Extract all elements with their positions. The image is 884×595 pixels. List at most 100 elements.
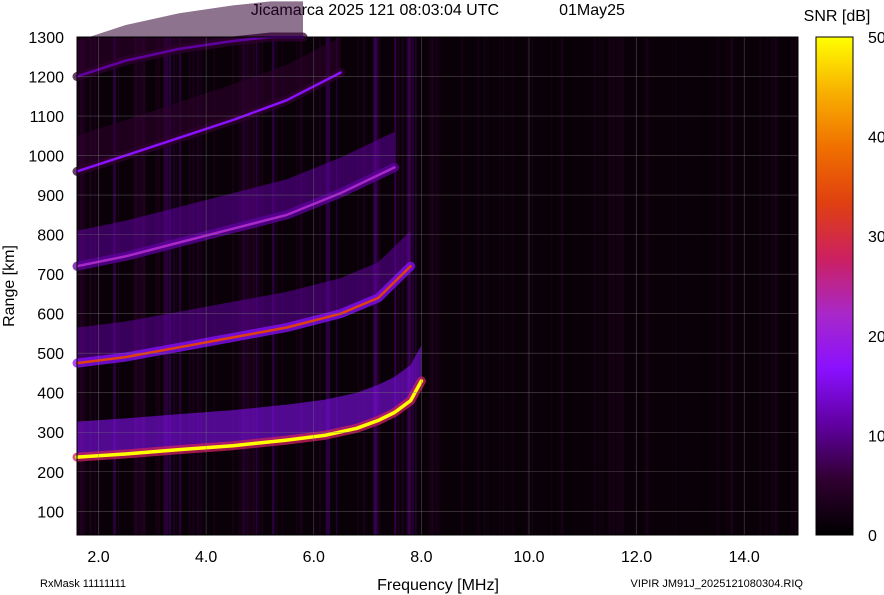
- noise-streak: [634, 37, 636, 535]
- y-tick-label: 700: [37, 267, 64, 284]
- noise-streak: [117, 37, 120, 535]
- noise-streak: [547, 37, 549, 535]
- noise-streak: [429, 37, 431, 535]
- noise-streak: [773, 37, 777, 535]
- x-tick-label: 10.0: [513, 549, 544, 566]
- noise-streak: [612, 37, 615, 535]
- noise-streak: [461, 37, 464, 535]
- date-label: 01May25: [559, 2, 625, 19]
- noise-streak: [703, 37, 706, 535]
- y-tick-label: 1100: [30, 109, 65, 126]
- x-tick-label: 2.0: [87, 549, 109, 566]
- noise-streak: [601, 37, 604, 535]
- noise-streak: [457, 37, 460, 535]
- colorbar-ticks: 0 10 20 30 40 50: [868, 30, 884, 545]
- noise-streak: [502, 37, 505, 535]
- noise-streak: [531, 37, 534, 535]
- ionogram-chart: Jicamarca 2025 121 08:03:04 UTC 01May25 …: [1, 1, 884, 594]
- noise-streak: [699, 37, 702, 535]
- noise-streak: [415, 37, 417, 535]
- colorbar: [815, 36, 854, 536]
- y-tick-label: 800: [37, 228, 64, 245]
- noise-streak: [761, 37, 764, 535]
- y-tick-label: 100: [37, 504, 64, 521]
- colorbar-tick-label: 30: [868, 229, 884, 246]
- noise-streak: [714, 37, 717, 535]
- footer-rxmask: RxMask 11111111: [40, 578, 126, 590]
- noise-streak: [136, 37, 138, 535]
- colorbar-tick-label: 0: [868, 528, 877, 545]
- x-tick-label: 12.0: [621, 549, 652, 566]
- noise-streak: [726, 37, 728, 535]
- noise-streak: [646, 37, 650, 535]
- y-tick-label: 1200: [28, 70, 64, 87]
- x-axis-ticks: 2.0 4.0 6.0 8.0 10.0 12.0 14.0: [87, 549, 759, 566]
- noise-streak: [409, 37, 412, 535]
- y-tick-label: 600: [37, 307, 64, 324]
- footer-filename: VIPIR JM91J_2025121080304.RIQ: [631, 578, 804, 590]
- noise-streak: [593, 37, 597, 535]
- y-axis-ticks: 100 200 300 400 500 600 700 800 900 1000 1100 1200 1…: [28, 30, 64, 521]
- noise-streak: [561, 37, 564, 535]
- noise-streak: [300, 37, 303, 535]
- noise-streak: [765, 37, 768, 535]
- noise-streak: [553, 37, 556, 535]
- colorbar-tick-label: 20: [868, 329, 884, 346]
- colorbar-tick-label: 10: [868, 428, 884, 445]
- noise-streak: [97, 37, 100, 535]
- noise-streak: [618, 37, 621, 535]
- noise-streak: [412, 37, 414, 535]
- noise-streak: [488, 37, 491, 535]
- noise-streak: [433, 37, 435, 535]
- noise-streak: [114, 37, 116, 535]
- noise-streak: [609, 37, 612, 535]
- noise-streak: [435, 37, 438, 535]
- noise-streak: [431, 37, 434, 535]
- noise-streak: [787, 37, 790, 535]
- y-tick-label: 900: [37, 188, 64, 205]
- noise-streak: [281, 37, 283, 535]
- noise-streak: [791, 37, 794, 535]
- noise-streak: [276, 37, 278, 535]
- y-tick-label: 400: [37, 386, 64, 403]
- noise-streak: [794, 37, 797, 535]
- noise-streak: [143, 37, 146, 535]
- noise-streak: [582, 37, 585, 535]
- noise-streak: [139, 37, 141, 535]
- x-tick-label: 14.0: [729, 549, 760, 566]
- noise-streak: [471, 37, 474, 535]
- noise-streak: [717, 37, 720, 535]
- y-tick-label: 500: [37, 346, 64, 363]
- noise-streak: [551, 37, 553, 535]
- noise-streak: [519, 37, 522, 535]
- noise-streak: [296, 37, 298, 535]
- noise-streak: [271, 37, 275, 535]
- x-tick-label: 8.0: [410, 549, 432, 566]
- y-tick-label: 1000: [28, 149, 64, 166]
- y-tick-label: 1300: [28, 30, 64, 47]
- noise-streak: [622, 37, 624, 535]
- noise-streak: [511, 37, 514, 535]
- noise-streak: [675, 37, 677, 535]
- x-tick-label: 4.0: [195, 549, 217, 566]
- noise-streak: [620, 37, 624, 535]
- noise-streak: [483, 37, 486, 535]
- noise-streak: [397, 37, 400, 535]
- noise-streak: [599, 37, 602, 535]
- noise-streak: [477, 37, 480, 535]
- colorbar-tick-label: 40: [868, 130, 884, 147]
- y-axis-label: Range [km]: [1, 245, 18, 327]
- noise-streak: [526, 37, 529, 535]
- y-tick-label: 300: [37, 425, 64, 442]
- noise-streak: [770, 37, 773, 535]
- noise-streak: [615, 37, 619, 535]
- noise-streak: [639, 37, 642, 535]
- noise-streak: [402, 37, 404, 535]
- noise-streak: [565, 37, 567, 535]
- colorbar-tick-label: 50: [868, 30, 884, 47]
- noise-streak: [481, 37, 483, 535]
- x-tick-label: 6.0: [303, 549, 325, 566]
- y-tick-label: 200: [37, 465, 64, 482]
- noise-streak: [499, 37, 501, 535]
- x-axis-label: Frequency [MHz]: [377, 577, 499, 594]
